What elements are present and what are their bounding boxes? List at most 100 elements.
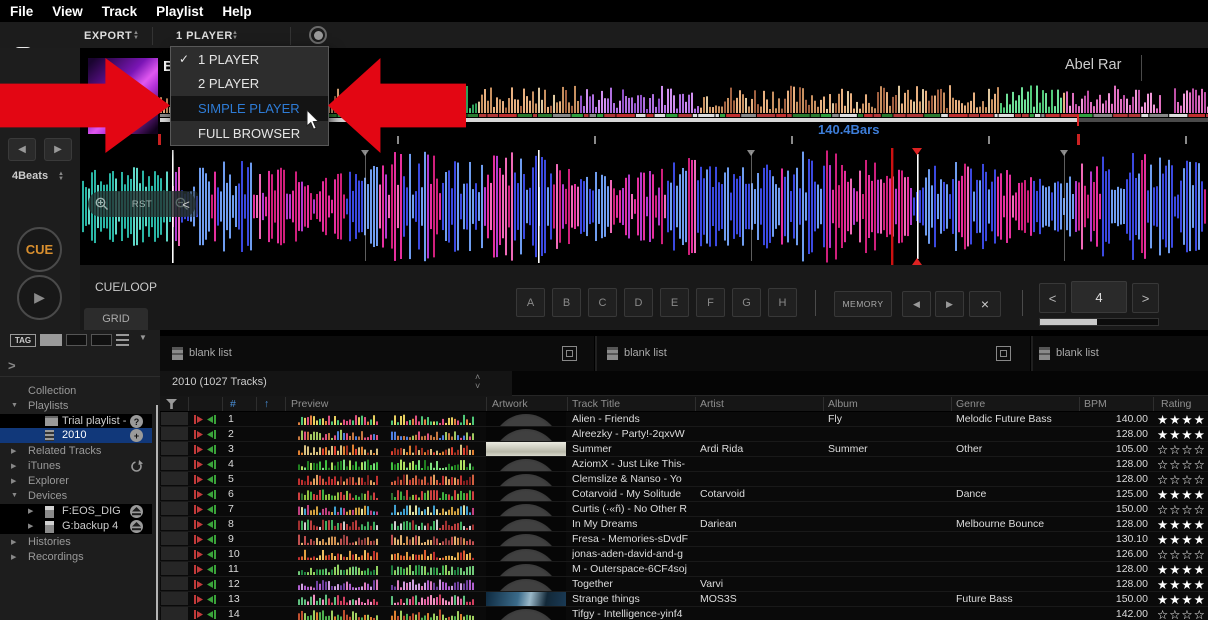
- track-rating[interactable]: ★★★★: [1157, 412, 1208, 427]
- sidebar-item-explorer[interactable]: ▶ Explorer: [0, 474, 152, 489]
- track-row-10[interactable]: 10 jonas-aden-david-and-g 126.00 ☆☆☆☆: [160, 547, 1208, 562]
- player-mode-chevrons-icon[interactable]: ▲ ▼: [232, 30, 238, 41]
- track-row-6[interactable]: 6 Cotarvoid - My Solitude Cotarvoid Dance 12…: [160, 487, 1208, 502]
- menu-help[interactable]: Help: [222, 4, 251, 19]
- track-row-11[interactable]: 11 M - Outerspace-6CF4soj 128.00 ★★★★: [160, 562, 1208, 577]
- preview-waveform[interactable]: [292, 474, 478, 485]
- sidebar-item-g-backup-4[interactable]: ▶ G:backup 4: [0, 519, 152, 534]
- preview-waveform[interactable]: [292, 579, 478, 590]
- collapse-arrow-icon[interactable]: ▼: [11, 492, 18, 499]
- filter-icon[interactable]: [166, 399, 177, 409]
- dropdown-item-full-browser[interactable]: FULL BROWSER: [171, 121, 328, 146]
- expand-arrow-icon[interactable]: ▶: [11, 553, 16, 561]
- track-row-9[interactable]: 9 Fresa - Memories-sDvdF 130.10 ★★★★: [160, 532, 1208, 547]
- preview-waveform[interactable]: [292, 414, 478, 425]
- page-scroll-thumb[interactable]: [1040, 319, 1097, 325]
- sidebar-item-related-tracks[interactable]: ▶ Related Tracks: [0, 444, 152, 459]
- sidebar-item-collection[interactable]: Collection: [0, 384, 152, 399]
- track-row-3[interactable]: 3 Summer Ardi Rida Summer Other 105.00 ☆☆☆☆: [160, 442, 1208, 457]
- track-row-8[interactable]: 8 In My Dreams Dariean Melbourne Bounce 128.…: [160, 517, 1208, 532]
- color-swatch-button[interactable]: [91, 334, 112, 346]
- dropdown-item-2-player[interactable]: 2 PLAYER: [171, 72, 328, 97]
- expand-arrow-icon[interactable]: ▶: [11, 538, 16, 546]
- expand-arrow-icon[interactable]: ▶: [11, 477, 16, 485]
- play-button[interactable]: ▶: [17, 275, 62, 320]
- expand-arrow-icon[interactable]: ▶: [28, 522, 33, 530]
- sidebar-item-histories[interactable]: ▶ Histories: [0, 535, 152, 550]
- track-row-14[interactable]: 14 Tifgy - Intelligence-yinf4 142.00 ☆☆☆☆: [160, 607, 1208, 620]
- track-rating[interactable]: ☆☆☆☆: [1157, 472, 1208, 487]
- blank-list-label[interactable]: blank list: [189, 347, 232, 359]
- preview-waveform[interactable]: [292, 534, 478, 545]
- menu-file[interactable]: File: [10, 4, 33, 19]
- sidebar-back-arrow[interactable]: >: [8, 358, 16, 373]
- column-header-genre[interactable]: Genre: [956, 398, 985, 410]
- column-header-rating[interactable]: Rating: [1161, 398, 1191, 410]
- track-rating[interactable]: ☆☆☆☆: [1157, 457, 1208, 472]
- overview-progress-remaining[interactable]: [1078, 118, 1208, 122]
- menu-playlist[interactable]: Playlist: [156, 4, 203, 19]
- memory-next-button[interactable]: ▶: [935, 291, 964, 317]
- dropdown-item-simple-player[interactable]: SIMPLE PLAYER: [171, 96, 328, 121]
- preview-waveform[interactable]: [292, 489, 478, 500]
- panel-link-button[interactable]: [562, 346, 577, 361]
- expand-arrow-icon[interactable]: ▶: [11, 462, 16, 470]
- hot-cue-a-button[interactable]: A: [516, 288, 545, 317]
- track-row-13[interactable]: 13 Strange things MOS3S Future Bass 150.00 ★★…: [160, 592, 1208, 607]
- list-view-icon[interactable]: [116, 334, 129, 346]
- column-header-title[interactable]: Track Title: [572, 398, 620, 410]
- preview-waveform[interactable]: [292, 444, 478, 455]
- track-row-2[interactable]: 2 Alreezky - Party!-2qxvW 128.00 ★★★★: [160, 427, 1208, 442]
- color-swatch-button[interactable]: [66, 334, 87, 346]
- preview-waveform[interactable]: [292, 594, 478, 605]
- player-mode-selector[interactable]: 1 PLAYER: [176, 30, 233, 42]
- page-previous-button[interactable]: <: [1039, 283, 1066, 313]
- memory-button[interactable]: MEMORY: [834, 291, 892, 317]
- preview-waveform[interactable]: [292, 609, 478, 620]
- playlist-expand-chevrons-icon[interactable]: ˄ ˅: [475, 373, 480, 391]
- menu-view[interactable]: View: [52, 4, 83, 19]
- track-row-5[interactable]: 5 Clemslize & Nanso - Yo 128.00 ☆☆☆☆: [160, 472, 1208, 487]
- main-waveform[interactable]: [80, 148, 1208, 265]
- blank-list-label[interactable]: blank list: [1056, 347, 1099, 359]
- zoom-reset-button[interactable]: RST: [132, 199, 153, 210]
- menu-track[interactable]: Track: [102, 4, 137, 19]
- eject-badge-icon[interactable]: [130, 520, 143, 533]
- track-rating[interactable]: ☆☆☆☆: [1157, 547, 1208, 562]
- memory-delete-button[interactable]: ×: [969, 291, 1001, 317]
- sidebar-item-f-eos-dig[interactable]: ▶ F:EOS_DIG: [0, 504, 152, 519]
- sidebar-item-2010[interactable]: 2010 +: [0, 428, 152, 443]
- hot-cue-b-button[interactable]: B: [552, 288, 581, 317]
- grid-tab[interactable]: GRID: [84, 308, 148, 330]
- track-row-4[interactable]: 4 AziomX - Just Like This- 128.00 ☆☆☆☆: [160, 457, 1208, 472]
- search-forward-button[interactable]: ▶: [44, 138, 72, 161]
- track-row-7[interactable]: 7 Curtis (·«ñ) - No Other R 150.00 ☆☆☆☆: [160, 502, 1208, 517]
- preview-waveform[interactable]: [292, 519, 478, 530]
- track-rating[interactable]: ☆☆☆☆: [1157, 442, 1208, 457]
- palette-collapse-icon[interactable]: ▼: [139, 333, 147, 342]
- track-rating[interactable]: ☆☆☆☆: [1157, 502, 1208, 517]
- track-rating[interactable]: ★★★★: [1157, 427, 1208, 442]
- hot-cue-g-button[interactable]: G: [732, 288, 761, 317]
- cue-button[interactable]: CUE: [17, 227, 62, 272]
- sidebar-item-itunes[interactable]: ▶ iTunes: [0, 459, 152, 474]
- tag-filter-button[interactable]: TAG: [10, 334, 36, 347]
- page-scroll-bar[interactable]: [1039, 318, 1159, 326]
- color-swatch-button[interactable]: [40, 334, 62, 346]
- hot-cue-d-button[interactable]: D: [624, 288, 653, 317]
- zoom-in-icon[interactable]: [95, 197, 109, 211]
- memory-previous-button[interactable]: ◀: [902, 291, 931, 317]
- panel-link-button[interactable]: [996, 346, 1011, 361]
- sidebar-item-trial-playlist-[interactable]: Trial playlist -?: [0, 414, 152, 429]
- sidebar-item-recordings[interactable]: ▶ Recordings: [0, 550, 152, 565]
- export-mode-selector[interactable]: EXPORT: [84, 30, 132, 42]
- track-rating[interactable]: ★★★★: [1157, 532, 1208, 547]
- track-rating[interactable]: ★★★★: [1157, 562, 1208, 577]
- beat-jump-chevrons-icon[interactable]: ▲ ▼: [58, 171, 64, 182]
- track-row-1[interactable]: 1 Alien - Friends Fly Melodic Future Bass 14…: [160, 412, 1208, 427]
- preview-waveform[interactable]: [292, 459, 478, 470]
- hot-cue-c-button[interactable]: C: [588, 288, 617, 317]
- column-header-artist[interactable]: Artist: [700, 398, 724, 410]
- page-next-button[interactable]: >: [1132, 283, 1159, 313]
- add-badge-icon[interactable]: +: [130, 429, 143, 442]
